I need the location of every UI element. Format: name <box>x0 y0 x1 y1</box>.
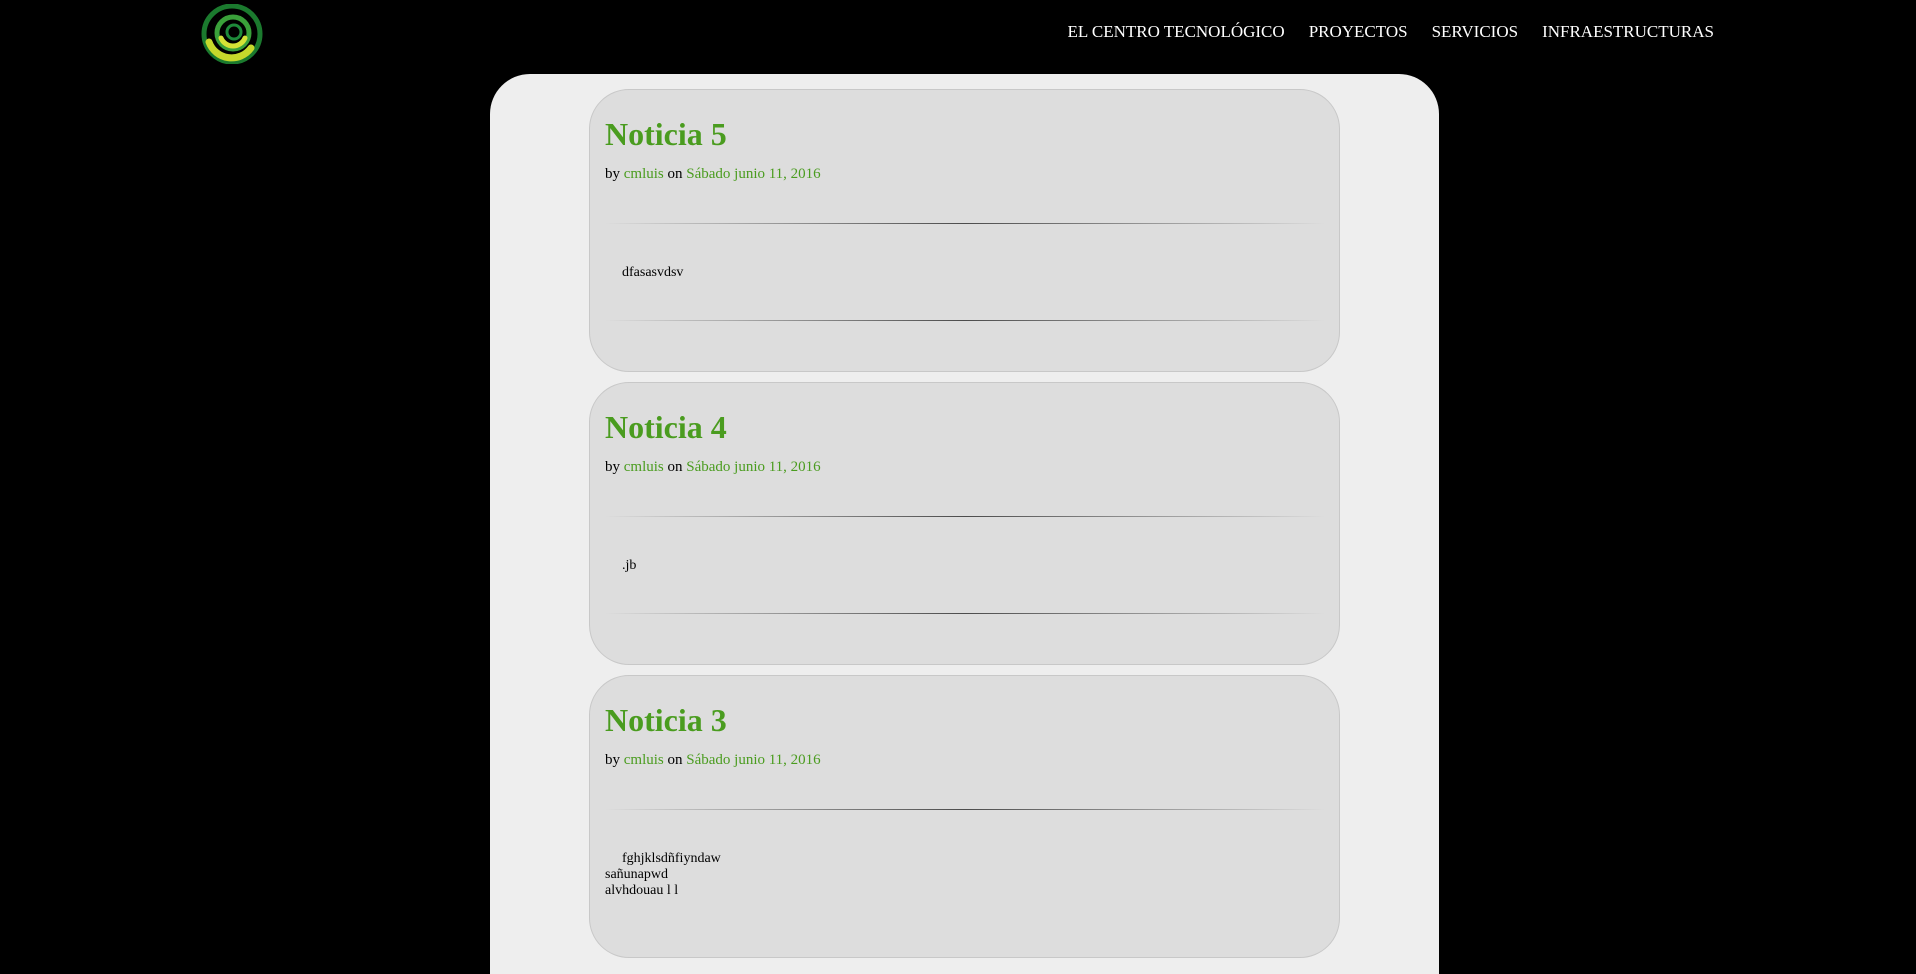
meta-by-label: by <box>605 166 620 182</box>
post-body: fghjklsdñfiyndaw sañunapwd alvhdouau l l <box>605 851 721 899</box>
post-card: Noticia 4 by cmluis on Sábado junio 11, … <box>589 382 1340 665</box>
content-panel: Noticia 5 by cmluis on Sábado junio 11, … <box>490 74 1439 974</box>
meta-by-label: by <box>605 459 620 475</box>
post-date-link[interactable]: Sábado junio 11, 2016 <box>686 752 820 768</box>
meta-by-label: by <box>605 752 620 768</box>
divider <box>605 320 1325 321</box>
post-date-link[interactable]: Sábado junio 11, 2016 <box>686 459 820 475</box>
post-card: Noticia 5 by cmluis on Sábado junio 11, … <box>589 89 1340 372</box>
divider <box>605 223 1325 224</box>
divider <box>605 516 1325 517</box>
divider <box>605 809 1325 810</box>
post-title[interactable]: Noticia 4 <box>605 409 727 446</box>
divider <box>605 613 1325 614</box>
post-body-line: sañunapwd <box>605 867 668 882</box>
meta-on-label: on <box>667 166 683 182</box>
post-title[interactable]: Noticia 5 <box>605 116 727 153</box>
main-nav: EL CENTRO TECNOLÓGICO PROYECTOS SERVICIO… <box>1067 22 1714 42</box>
post-body-line: .jb <box>622 558 637 573</box>
post-meta: by cmluis on Sábado junio 11, 2016 <box>605 752 821 769</box>
post-body: .jb <box>605 558 636 574</box>
post-body: dfasasvdsv <box>605 265 683 281</box>
post-body-line: dfasasvdsv <box>622 265 684 280</box>
nav-item-servicios[interactable]: SERVICIOS <box>1432 22 1519 42</box>
post-body-line: alvhdouau l l <box>605 883 679 898</box>
nav-item-proyectos[interactable]: PROYECTOS <box>1309 22 1408 42</box>
site-logo[interactable] <box>201 3 263 65</box>
meta-on-label: on <box>667 752 683 768</box>
site-header: EL CENTRO TECNOLÓGICO PROYECTOS SERVICIO… <box>0 0 1916 66</box>
post-meta: by cmluis on Sábado junio 11, 2016 <box>605 459 821 476</box>
post-author-link[interactable]: cmluis <box>624 166 664 182</box>
nav-item-el-centro-tecnologico[interactable]: EL CENTRO TECNOLÓGICO <box>1067 22 1284 42</box>
post-title[interactable]: Noticia 3 <box>605 702 727 739</box>
swirl-logo-icon <box>201 3 263 65</box>
post-author-link[interactable]: cmluis <box>624 752 664 768</box>
post-meta: by cmluis on Sábado junio 11, 2016 <box>605 166 821 183</box>
meta-on-label: on <box>667 459 683 475</box>
post-date-link[interactable]: Sábado junio 11, 2016 <box>686 166 820 182</box>
post-card: Noticia 3 by cmluis on Sábado junio 11, … <box>589 675 1340 958</box>
nav-item-infraestructuras[interactable]: INFRAESTRUCTURAS <box>1542 22 1714 42</box>
post-body-line: fghjklsdñfiyndaw <box>622 851 721 866</box>
post-author-link[interactable]: cmluis <box>624 459 664 475</box>
